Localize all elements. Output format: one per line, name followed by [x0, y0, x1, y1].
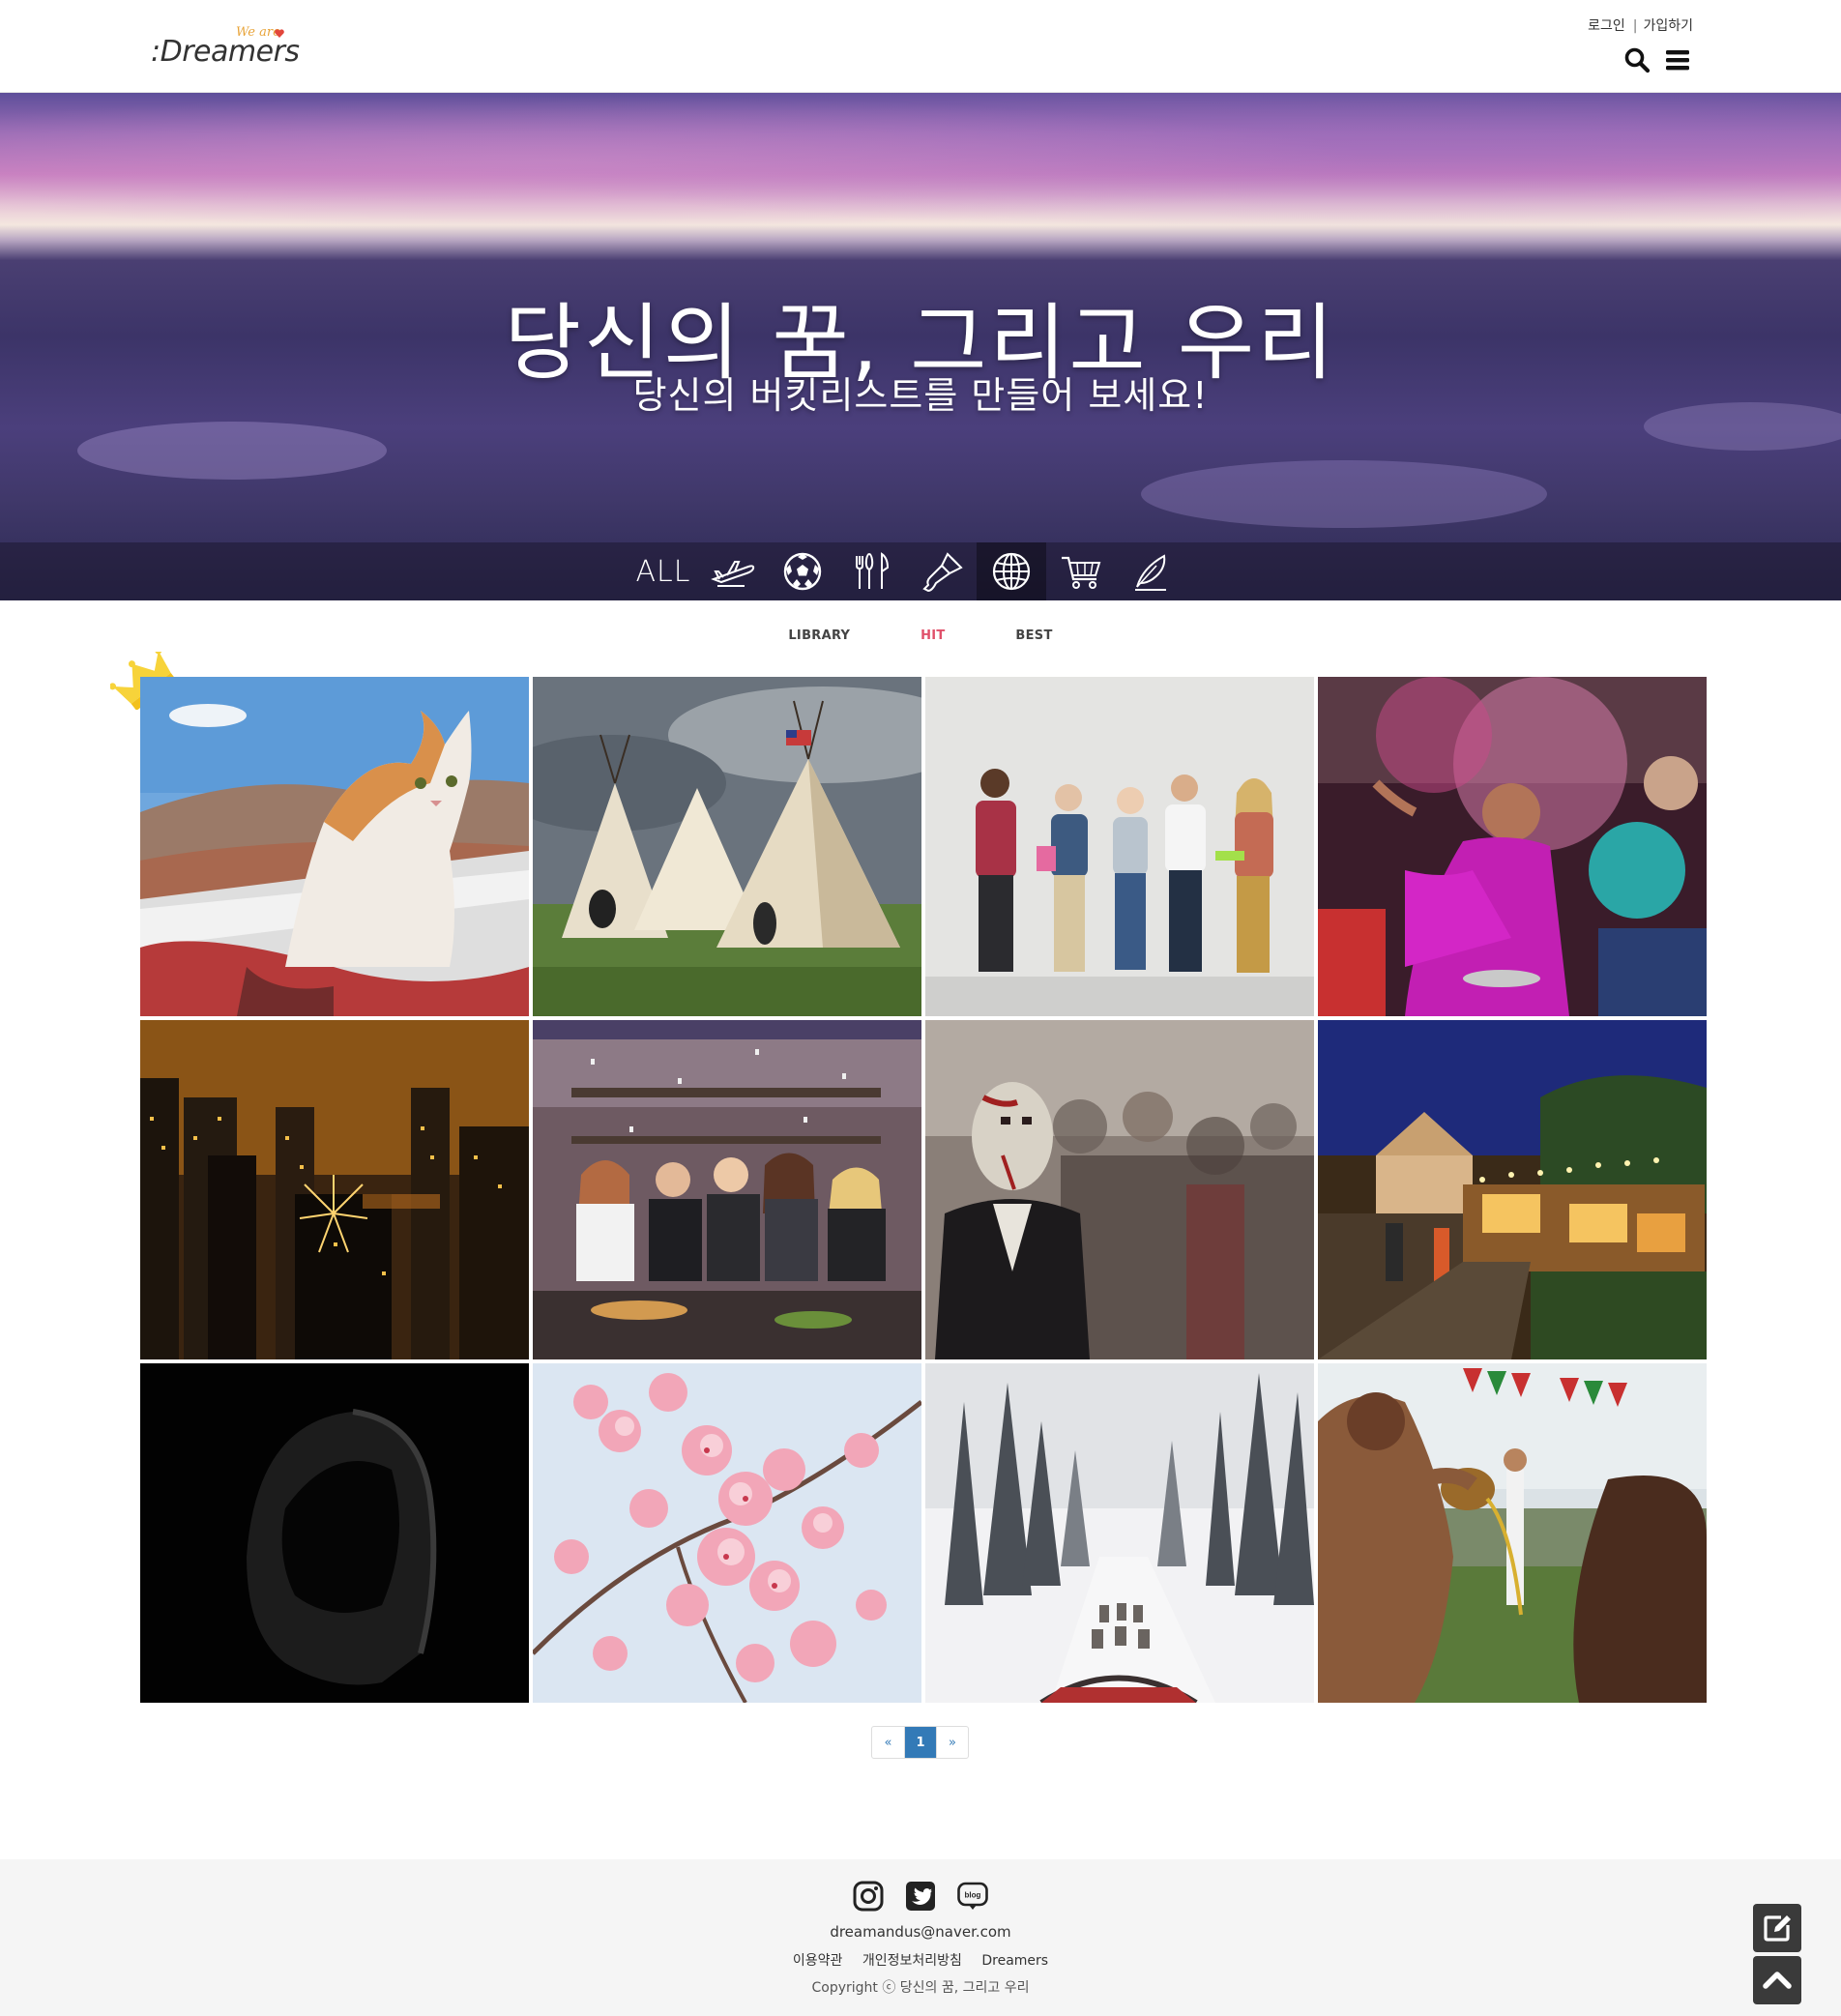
tipi-tents-photo [533, 677, 921, 1016]
blog-icon-text: blog [965, 1891, 981, 1900]
category-sports[interactable] [768, 542, 837, 600]
airplane-icon [711, 561, 755, 587]
pagination-prev[interactable]: « [872, 1727, 904, 1758]
category-all[interactable]: ALL [628, 542, 698, 600]
site-logo[interactable]: We are :Dreamers [151, 25, 300, 69]
hero-snow-patch [77, 422, 387, 480]
gallery-card[interactable] [140, 677, 529, 1016]
category-shopping[interactable] [1046, 542, 1116, 600]
auth-links: 로그인 | 가입하기 [1588, 15, 1693, 35]
privacy-policy-link[interactable]: 개인정보처리방침 [862, 1953, 962, 1969]
copyright-text: Copyright ⓒ 당신의 꿈, 그리고 우리 [811, 1980, 1030, 1996]
gallery-card[interactable] [925, 1363, 1314, 1703]
category-travel[interactable] [698, 542, 768, 600]
top-navigation-bar: We are :Dreamers 로그인 | 가입하기 [0, 0, 1841, 93]
hamburger-menu-icon[interactable] [1664, 46, 1691, 73]
search-icon[interactable] [1623, 46, 1651, 73]
oil-wrestling-photo [1318, 1363, 1707, 1703]
gallery-card[interactable] [925, 1020, 1314, 1359]
auth-separator: | [1632, 18, 1638, 34]
hero-sky-clouds [0, 93, 1841, 267]
gallery-card[interactable] [140, 1020, 529, 1359]
friends-group-photo [925, 677, 1314, 1016]
header-tools [1623, 46, 1691, 73]
shopping-cart-icon [1062, 556, 1101, 589]
login-link[interactable]: 로그인 [1588, 18, 1625, 34]
tab-best[interactable]: BEST [1015, 628, 1052, 643]
party-toast-photo [533, 1020, 921, 1359]
sort-tabs: LIBRARY HIT BEST [0, 628, 1841, 643]
paintbrush-icon [922, 552, 963, 593]
gallery-card[interactable] [533, 1363, 921, 1703]
hooded-figure-photo [140, 1363, 529, 1703]
social-links: blog [0, 1881, 1841, 1912]
category-art[interactable] [907, 542, 977, 600]
terms-link[interactable]: 이용약관 [793, 1953, 843, 1969]
edit-icon [1764, 1915, 1791, 1942]
twitter-icon[interactable] [905, 1881, 936, 1912]
category-all-label: ALL [635, 554, 691, 589]
gallery-card[interactable] [1318, 677, 1707, 1016]
logo-wordmark: :Dreamers [151, 35, 300, 69]
pagination-page[interactable]: 1 [904, 1727, 936, 1758]
feather-pen-icon [1135, 554, 1166, 591]
category-world[interactable] [977, 542, 1046, 600]
write-post-button[interactable] [1753, 1904, 1801, 1952]
hero-banner: 당신의 꿈, 그리고 우리 당신의 버킷리스트를 만들어 보세요! ALL [0, 93, 1841, 600]
hero-subtitle: 당신의 버킷리스트를 만들어 보세요! [632, 374, 1209, 417]
dog-sled-forest-photo [925, 1363, 1314, 1703]
category-writing[interactable] [1116, 542, 1185, 600]
gallery-card[interactable] [533, 677, 921, 1016]
gallery-card[interactable] [533, 1020, 921, 1359]
gallery-card[interactable] [925, 677, 1314, 1016]
footer-email[interactable]: dreamandus@naver.com [0, 1923, 1841, 1941]
pagination-next[interactable]: » [936, 1727, 968, 1758]
cat-on-rooftop-photo [140, 677, 529, 1016]
hero-snow-patch [1141, 460, 1547, 528]
gallery-card[interactable] [1318, 1020, 1707, 1359]
gallery-card[interactable] [1318, 1363, 1707, 1703]
chevron-up-icon [1763, 1972, 1792, 1989]
zombie-crowd-photo [925, 1020, 1314, 1359]
instagram-icon[interactable] [853, 1881, 884, 1912]
category-bar: ALL [0, 542, 1841, 600]
utensils-icon [856, 552, 890, 589]
blog-icon[interactable]: blog [957, 1881, 988, 1912]
site-footer: blog dreamandus@naver.com 이용약관 개인정보처리방침 … [0, 1859, 1841, 2016]
brand-link[interactable]: Dreamers [981, 1953, 1048, 1969]
color-festival-photo [1318, 677, 1707, 1016]
footer-links: 이용약관 개인정보처리방침 Dreamers [0, 1950, 1841, 1970]
tab-library[interactable]: LIBRARY [788, 628, 850, 643]
tab-hit[interactable]: HIT [920, 628, 946, 643]
gallery-card[interactable] [140, 1363, 529, 1703]
cherry-blossom-photo [533, 1363, 921, 1703]
soccer-ball-icon [783, 552, 822, 591]
city-fireworks-photo [140, 1020, 529, 1359]
signup-link[interactable]: 가입하기 [1643, 18, 1693, 34]
category-list: ALL [628, 542, 1185, 600]
scroll-to-top-button[interactable] [1753, 1956, 1801, 2004]
christmas-market-photo [1318, 1020, 1707, 1359]
pagination: « 1 » [871, 1726, 969, 1759]
bucketlist-gallery [140, 677, 1707, 1703]
category-food[interactable] [837, 542, 907, 600]
globe-icon [992, 552, 1031, 591]
